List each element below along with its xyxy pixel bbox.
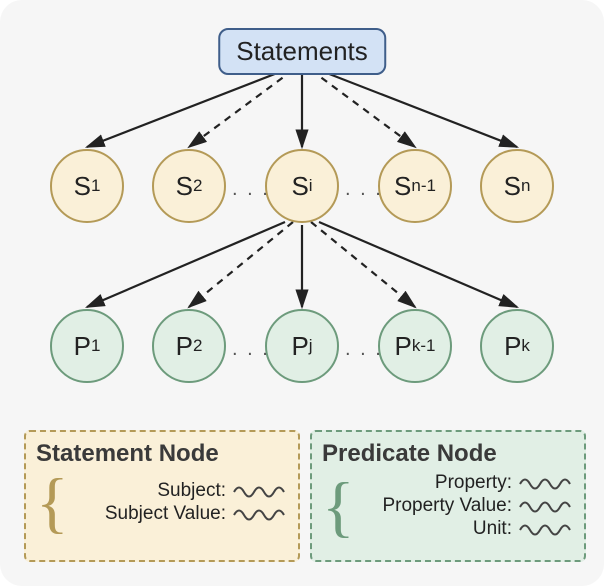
node-label: S [74, 171, 91, 202]
ellipsis: . . . [345, 178, 383, 201]
squiggle-icon [518, 476, 574, 490]
node-label: S [176, 171, 193, 202]
legend-field: Property Value: [382, 495, 512, 517]
node-sub: 1 [91, 336, 100, 356]
node-label: P [74, 331, 91, 362]
node-label: P [176, 331, 193, 362]
predicate-node-pj: Pj [265, 309, 339, 383]
root-statements: Statements [218, 28, 386, 75]
node-label: S [394, 171, 411, 202]
legend-field: Unit: [473, 518, 512, 540]
node-sub: 2 [193, 336, 202, 356]
legend-title: Predicate Node [322, 440, 574, 468]
node-sub: n-1 [411, 176, 436, 196]
ellipsis: . . . [232, 178, 270, 201]
ellipsis: . . . [232, 338, 270, 361]
node-sub: k [521, 336, 530, 356]
statement-node-sn1: Sn-1 [378, 149, 452, 223]
node-label: P [395, 331, 412, 362]
statement-node-si: Si [265, 149, 339, 223]
squiggle-icon [518, 499, 574, 513]
node-label: S [291, 171, 308, 202]
node-sub: j [309, 336, 313, 356]
statement-node-sn: Sn [480, 149, 554, 223]
node-sub: 1 [91, 176, 100, 196]
legend-title: Statement Node [36, 440, 288, 468]
legend-field: Subject: [157, 480, 226, 502]
root-label: Statements [236, 36, 368, 66]
statement-node-s1: S1 [50, 149, 124, 223]
predicate-node-p1: P1 [50, 309, 124, 383]
legend-field: Subject Value: [105, 503, 226, 525]
statement-node-s2: S2 [152, 149, 226, 223]
squiggle-icon [232, 484, 288, 498]
node-label: S [504, 171, 521, 202]
predicate-node-pk1: Pk-1 [378, 309, 452, 383]
node-sub: k-1 [412, 336, 436, 356]
node-sub: i [309, 176, 313, 196]
legend-statement-node: Statement Node { Subject: Subject Value: [24, 430, 300, 562]
node-label: P [291, 331, 308, 362]
node-sub: 2 [193, 176, 202, 196]
legend-predicate-node: Predicate Node { Property: Property Valu… [310, 430, 586, 562]
predicate-node-p2: P2 [152, 309, 226, 383]
predicate-node-pk: Pk [480, 309, 554, 383]
brace-icon: { [322, 476, 355, 536]
node-label: P [504, 331, 521, 362]
diagram-canvas: Statements S1 S2 Si Sn-1 Sn . . . . . . … [0, 0, 604, 586]
squiggle-icon [518, 522, 574, 536]
squiggle-icon [232, 507, 288, 521]
brace-icon: { [36, 472, 69, 532]
legend-field: Property: [435, 472, 512, 494]
ellipsis: . . . [345, 338, 383, 361]
node-sub: n [521, 176, 530, 196]
